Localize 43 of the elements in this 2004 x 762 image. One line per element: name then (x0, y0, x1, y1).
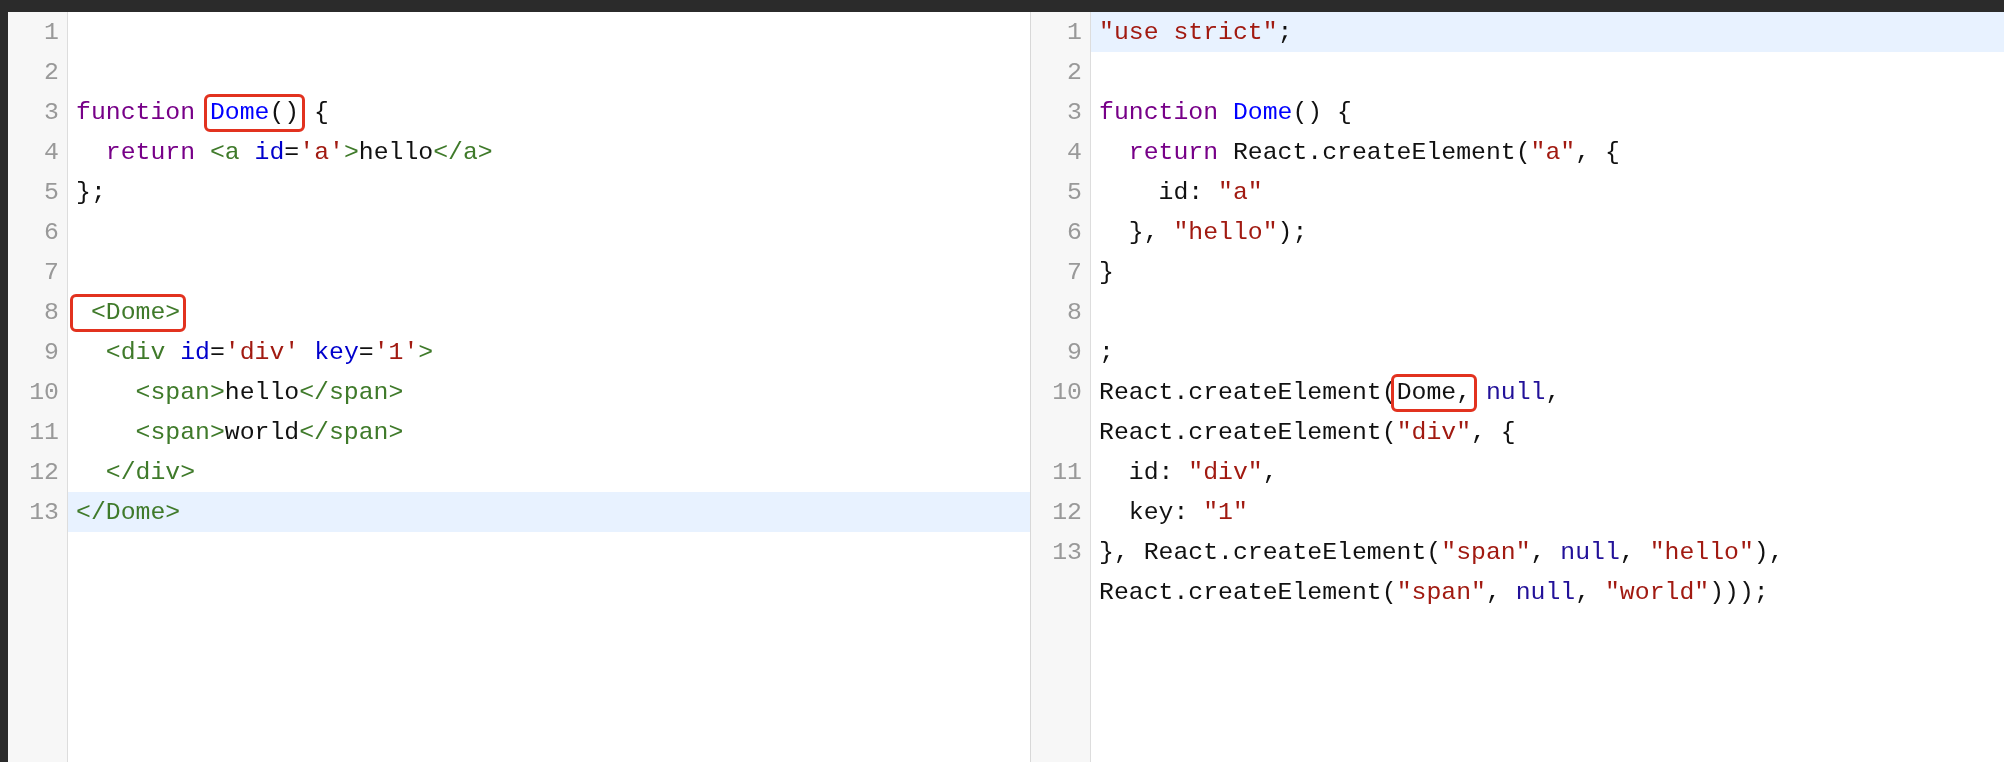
line-number: 10 (1031, 372, 1091, 452)
code-line: }; (75, 177, 107, 208)
code-line: <span>hello</span> (134, 377, 405, 408)
line-number: 8 (8, 292, 68, 332)
line-number: 7 (8, 252, 68, 292)
code-line: </div> (104, 457, 197, 488)
code-line: function Dome() { (1098, 97, 1353, 128)
code-line: id: "a" (1157, 177, 1264, 208)
line-number: 12 (8, 452, 68, 492)
code-line: <span>world</span> (134, 417, 405, 448)
line-number: 2 (8, 52, 68, 92)
line-number: 11 (1031, 452, 1091, 492)
line-number: 1 (1031, 12, 1091, 52)
code-line: } (1098, 257, 1115, 288)
code-line: <div id='div' key='1'> (104, 337, 435, 368)
line-number: 6 (8, 212, 68, 252)
line-number: 1 (8, 12, 68, 52)
code-line: }, React.createElement("span", null, "hello"), React.createElement("span", null, "world"))); (1098, 537, 1785, 608)
code-line: return React.createElement("a", { (1127, 137, 1621, 168)
line-number: 7 (1031, 252, 1091, 292)
line-number: 3 (8, 92, 68, 132)
code-line: function Dome() { (68, 92, 1030, 132)
line-number: 4 (1031, 132, 1091, 172)
line-number: 13 (1031, 532, 1091, 612)
line-number: 13 (8, 492, 68, 532)
code-line: <Dome> (68, 292, 1030, 332)
line-number: 3 (1031, 92, 1091, 132)
line-number: 9 (8, 332, 68, 372)
line-number: 4 (8, 132, 68, 172)
line-number: 12 (1031, 492, 1091, 532)
line-number: 9 (1031, 332, 1091, 372)
line-number: 5 (1031, 172, 1091, 212)
code-line: }, "hello"); (1127, 217, 1309, 248)
line-number: 5 (8, 172, 68, 212)
code-line: ; (1098, 337, 1115, 368)
code-line: return <a id='a'>hello</a> (104, 137, 494, 168)
code-line: key: "1" (1127, 497, 1249, 528)
line-number: 6 (1031, 212, 1091, 252)
line-number: 10 (8, 372, 68, 412)
line-number: 2 (1031, 52, 1091, 92)
line-number: 8 (1031, 292, 1091, 332)
code-line: id: "div", (1127, 457, 1279, 488)
line-number: 11 (8, 412, 68, 452)
